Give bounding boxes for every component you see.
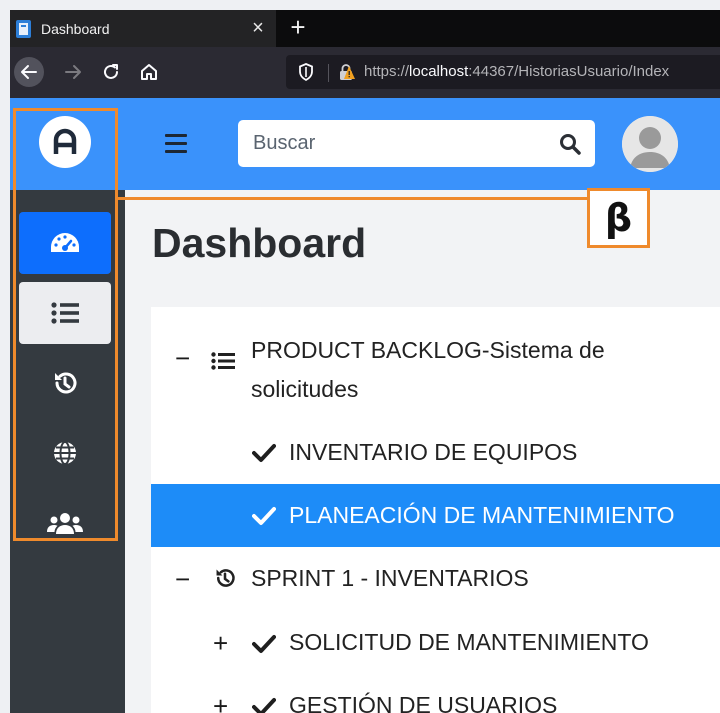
check-icon [252,696,276,713]
arrow-left-icon [21,65,37,79]
tab-bar: Dashboard × + [10,10,720,47]
expand-toggle[interactable]: + [213,693,228,713]
home-button[interactable] [134,57,164,87]
check-icon [252,633,276,660]
search-box [238,120,595,167]
annotation-connector-line [118,197,598,200]
forward-button[interactable] [58,57,88,87]
expand-toggle[interactable]: + [213,630,228,656]
tree-node-label: SPRINT 1 - INVENTARIOS [251,565,529,591]
top-navbar [125,98,720,190]
tree-node-inventario[interactable]: INVENTARIO DE EQUIPOS [151,422,720,482]
collapse-toggle[interactable]: − [175,345,190,371]
collapse-toggle[interactable]: − [175,566,190,592]
browser-toolbar: https://localhost:44367/HistoriasUsuario… [10,47,720,98]
tree-node-label: PRODUCT BACKLOG-Sistema de [251,337,605,363]
user-avatar[interactable] [622,116,678,172]
url-text[interactable]: https://localhost:44367/HistoriasUsuario… [364,63,669,80]
tree-node-label: INVENTARIO DE EQUIPOS [289,439,578,465]
search-icon[interactable] [559,133,581,160]
tree-node-label: SOLICITUD DE MANTENIMIENTO [289,629,649,655]
close-tab-icon[interactable]: × [248,18,268,38]
tree-node-backlog[interactable]: − PRODUCT BACKLOG-Sistema de solicitudes [151,325,720,402]
tree-node-solicitud[interactable]: + SOLICITUD DE MANTENIMIENTO [151,613,720,673]
reload-button[interactable] [96,57,126,87]
url-host: localhost [409,63,469,80]
search-input[interactable] [238,120,553,167]
url-separator [328,64,329,82]
backlog-tree: − PRODUCT BACKLOG-Sistema de solicitudes… [151,307,720,713]
check-icon [252,505,276,532]
tracking-shield-icon[interactable] [298,63,314,86]
new-tab-button[interactable]: + [286,14,310,40]
tree-node-usuarios[interactable]: + GESTIÓN DE USUARIOS [151,676,720,713]
check-icon [252,442,276,469]
page-favicon-icon [16,19,31,38]
tree-node-sprint[interactable]: − SPRINT 1 - INVENTARIOS [151,549,720,609]
annotation-highlight-box [13,108,118,541]
list-icon [211,349,235,376]
url-path: :44367/HistoriasUsuario/Index [468,63,670,80]
tab-dashboard[interactable]: Dashboard × [10,10,276,47]
reload-icon [104,64,118,79]
user-avatar-icon [622,116,678,172]
browser-window: Dashboard × + https://localhost:44367/Hi… [10,10,720,713]
insecure-lock-icon[interactable] [338,63,356,86]
page-title: Dashboard [152,220,367,266]
url-bar[interactable]: https://localhost:44367/HistoriasUsuario… [286,55,720,89]
arrow-right-icon [65,65,81,79]
home-icon [141,64,157,80]
url-scheme: https:// [364,63,410,80]
tree-node-planeacion[interactable]: PLANEACIÓN DE MANTENIMIENTO [151,484,720,547]
history-icon [214,567,236,595]
tab-title: Dashboard [41,20,110,37]
annotation-label: β [587,188,650,248]
tree-node-label-cont: solicitudes [251,376,359,402]
tree-node-label: GESTIÓN DE USUARIOS [289,692,558,713]
back-button[interactable] [14,57,44,87]
hamburger-menu-button[interactable] [165,134,187,154]
tree-node-label: PLANEACIÓN DE MANTENIMIENTO [289,502,675,528]
